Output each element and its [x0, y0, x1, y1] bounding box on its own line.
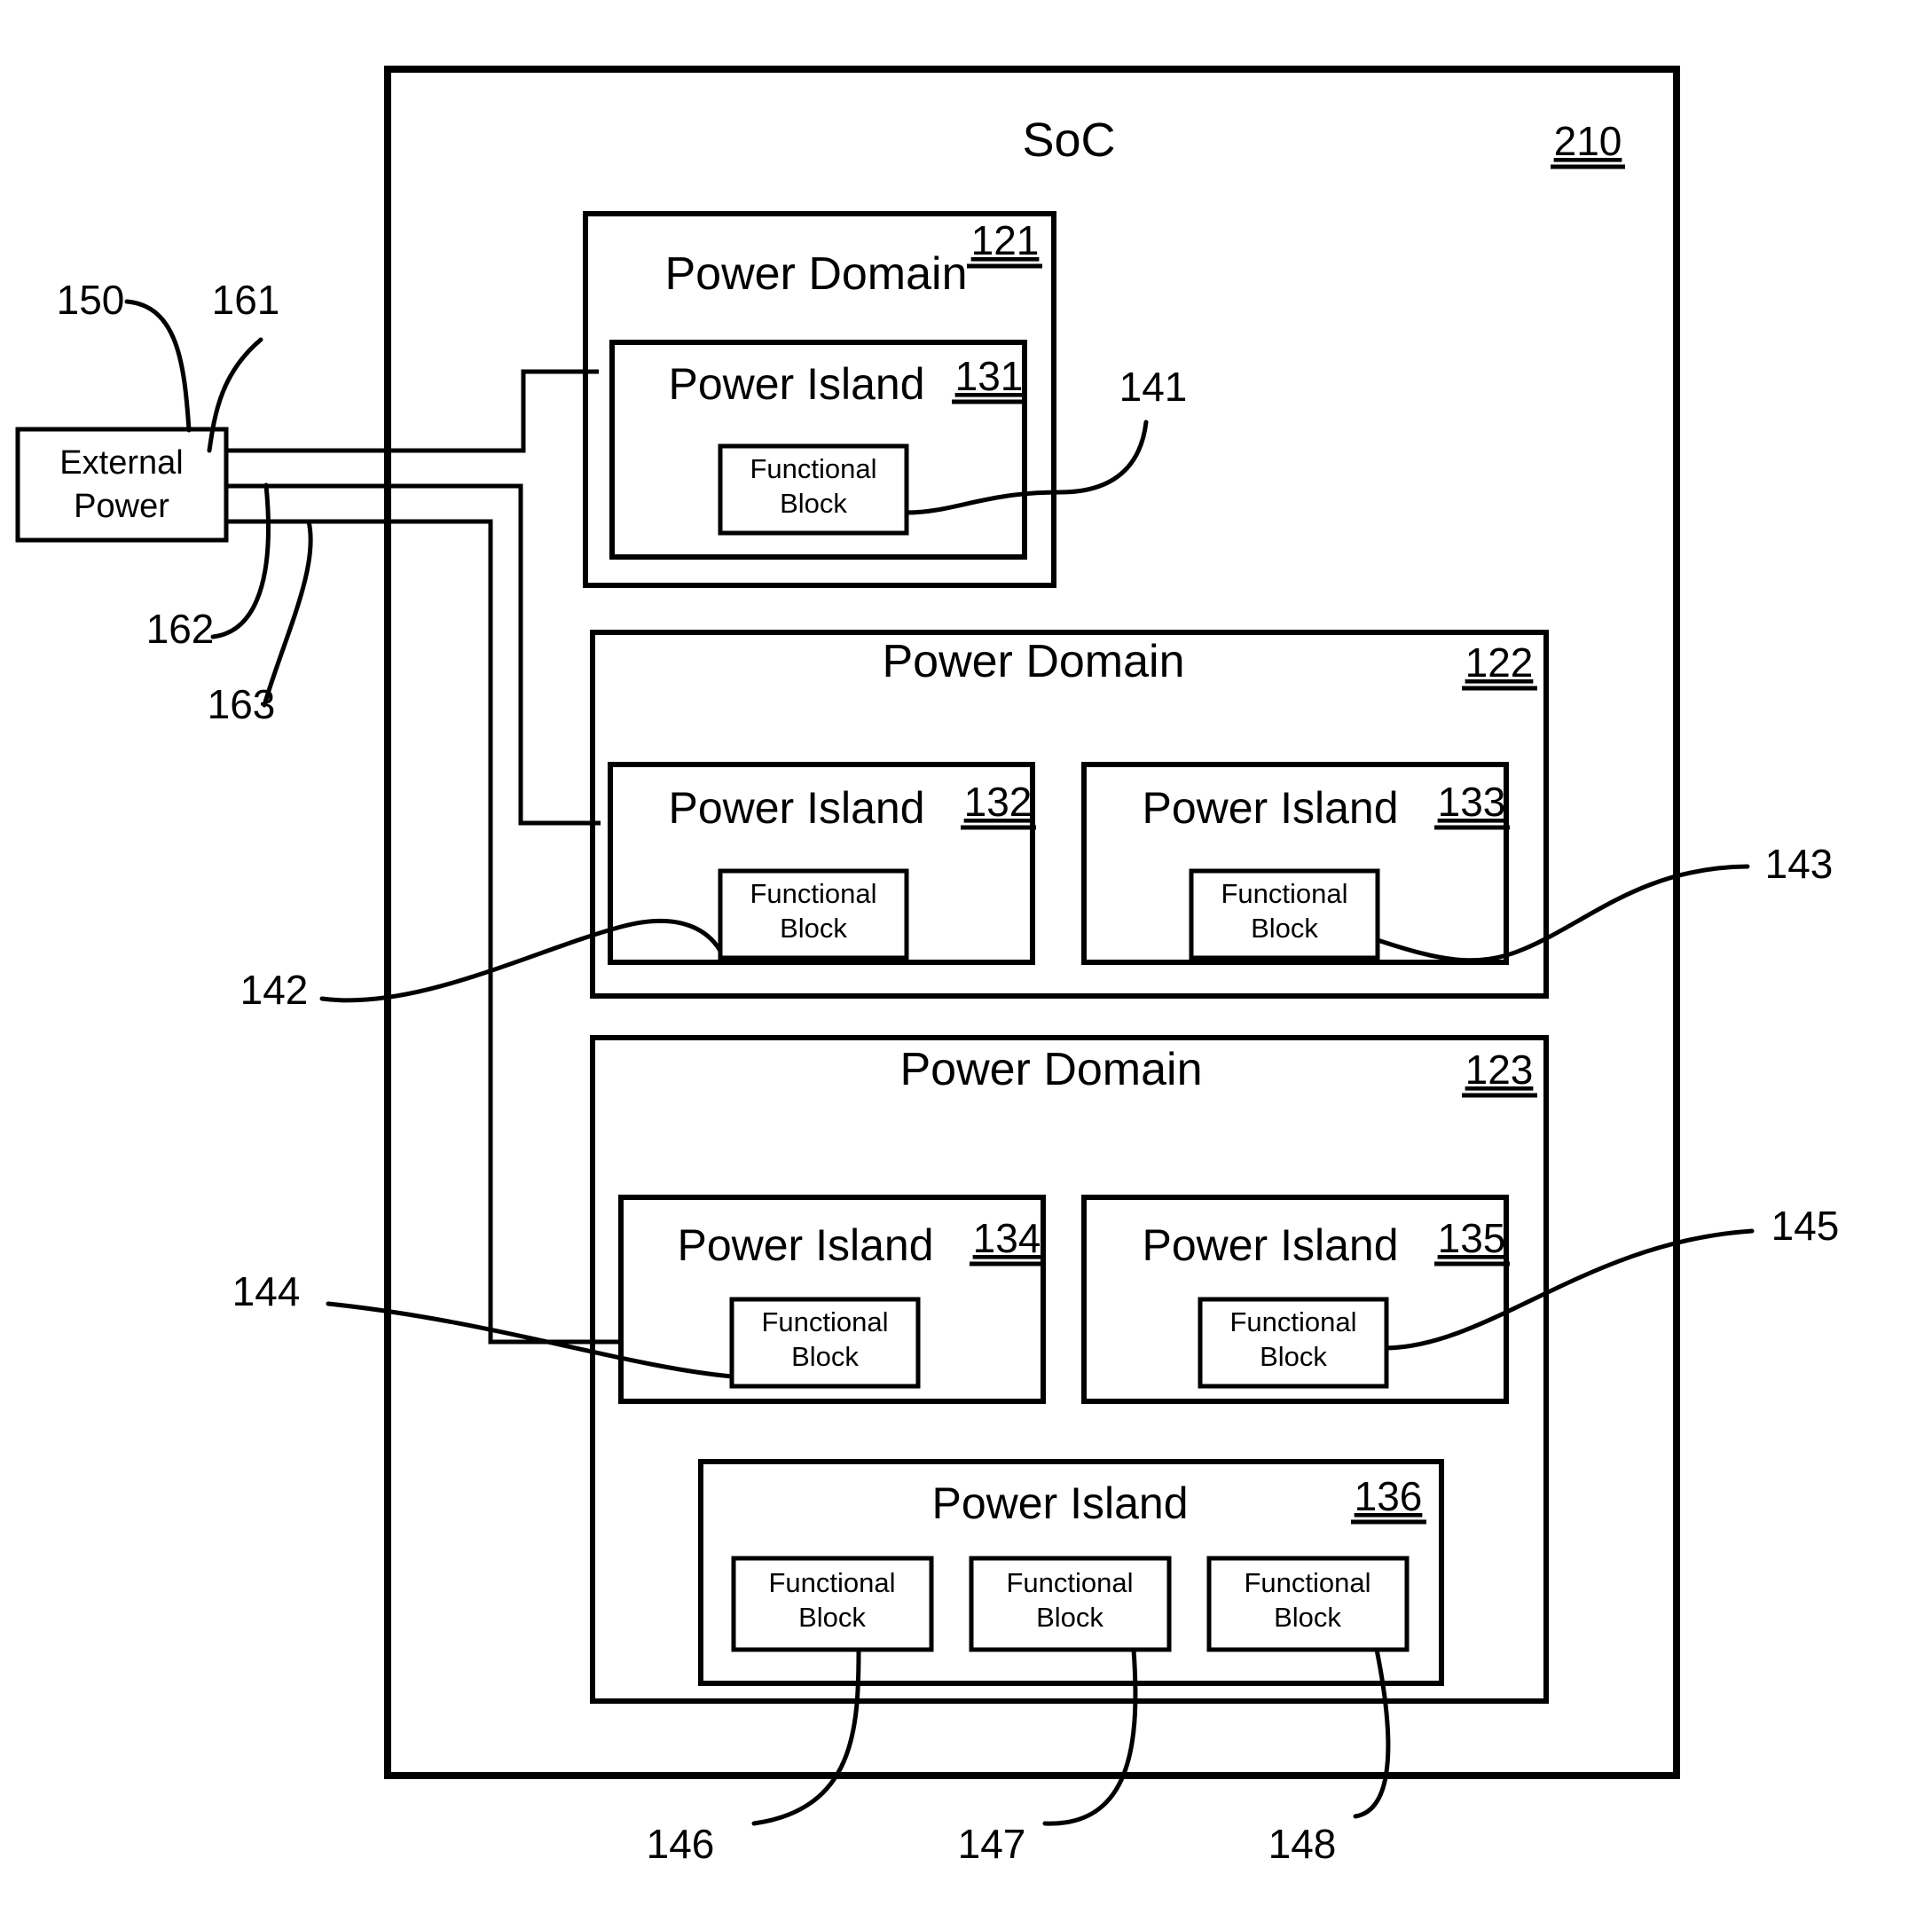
callout-161-label: 161 — [212, 277, 280, 323]
callout-148-label: 148 — [1268, 1821, 1337, 1867]
callout-150-leader — [124, 299, 192, 433]
callout-162-leader — [210, 482, 271, 639]
callout-143-leader — [1375, 864, 1750, 963]
functional-block-144-line2: Block — [791, 1341, 859, 1372]
functional-block-142-line2: Block — [780, 913, 847, 944]
power-island-133-ref: 133 — [1438, 779, 1506, 825]
external-power-label-line2: Power — [74, 488, 169, 525]
callout-146-label: 146 — [647, 1821, 715, 1867]
power-domain-122-ref: 122 — [1465, 639, 1534, 686]
power-domain-122-label: Power Domain — [882, 636, 1184, 687]
power-island-136-ref: 136 — [1355, 1473, 1423, 1519]
power-island-132-label: Power Island — [668, 783, 924, 833]
callout-144-label: 144 — [232, 1268, 301, 1314]
power-island-131-ref: 131 — [955, 353, 1024, 399]
patent-figure: SoC 210 External Power 150 161 162 163 P… — [0, 0, 1932, 1929]
functional-block-143-line2: Block — [1251, 913, 1318, 944]
power-domain-121-ref: 121 — [971, 217, 1040, 263]
diagram-canvas: SoC 210 External Power 150 161 162 163 P… — [15, 66, 1840, 1867]
power-island-134-ref: 134 — [973, 1215, 1041, 1261]
soc-title: SoC — [1022, 114, 1115, 167]
power-island-133-label: Power Island — [1142, 783, 1398, 833]
power-island-135-label: Power Island — [1142, 1220, 1398, 1270]
functional-block-147-line1: Functional — [1006, 1567, 1133, 1598]
external-power-label-line1: External — [59, 444, 183, 482]
functional-block-147-line2: Block — [1036, 1602, 1103, 1633]
functional-block-143-line1: Functional — [1221, 878, 1347, 909]
callout-163-leader — [262, 519, 313, 708]
power-domain-123-label: Power Domain — [899, 1044, 1202, 1095]
functional-block-145-line2: Block — [1260, 1341, 1327, 1372]
functional-block-146-line2: Block — [798, 1602, 866, 1633]
power-island-136-label: Power Island — [931, 1478, 1188, 1528]
callout-145-label: 145 — [1771, 1203, 1840, 1249]
functional-block-148-line1: Functional — [1244, 1567, 1370, 1598]
functional-block-148-line2: Block — [1274, 1602, 1341, 1633]
functional-block-146-line1: Functional — [768, 1567, 895, 1598]
power-domain-123-ref: 123 — [1465, 1047, 1534, 1093]
callout-147-leader — [1042, 1647, 1138, 1826]
callout-161-leader — [207, 337, 263, 453]
power-island-132-ref: 132 — [964, 779, 1033, 825]
functional-block-141-line2: Block — [780, 488, 847, 519]
callout-146-leader — [751, 1647, 861, 1826]
functional-block-141-line1: Functional — [750, 453, 876, 484]
power-island-131-label: Power Island — [668, 359, 924, 409]
functional-block-144-line1: Functional — [761, 1306, 888, 1337]
callout-142-label: 142 — [240, 967, 309, 1013]
functional-block-145-line1: Functional — [1229, 1306, 1356, 1337]
callout-162-label: 162 — [146, 606, 215, 652]
functional-block-142-line1: Functional — [750, 878, 876, 909]
callout-150-label: 150 — [57, 277, 125, 323]
callout-148-leader — [1353, 1647, 1391, 1819]
power-island-134-label: Power Island — [677, 1220, 933, 1270]
soc-ref-number: 210 — [1554, 118, 1622, 164]
power-domain-121-label: Power Domain — [664, 248, 967, 300]
callout-147-label: 147 — [958, 1821, 1026, 1867]
power-rail-161 — [226, 369, 599, 453]
callout-141-label: 141 — [1119, 364, 1188, 410]
power-island-135-ref: 135 — [1438, 1215, 1506, 1261]
callout-143-label: 143 — [1765, 841, 1834, 887]
